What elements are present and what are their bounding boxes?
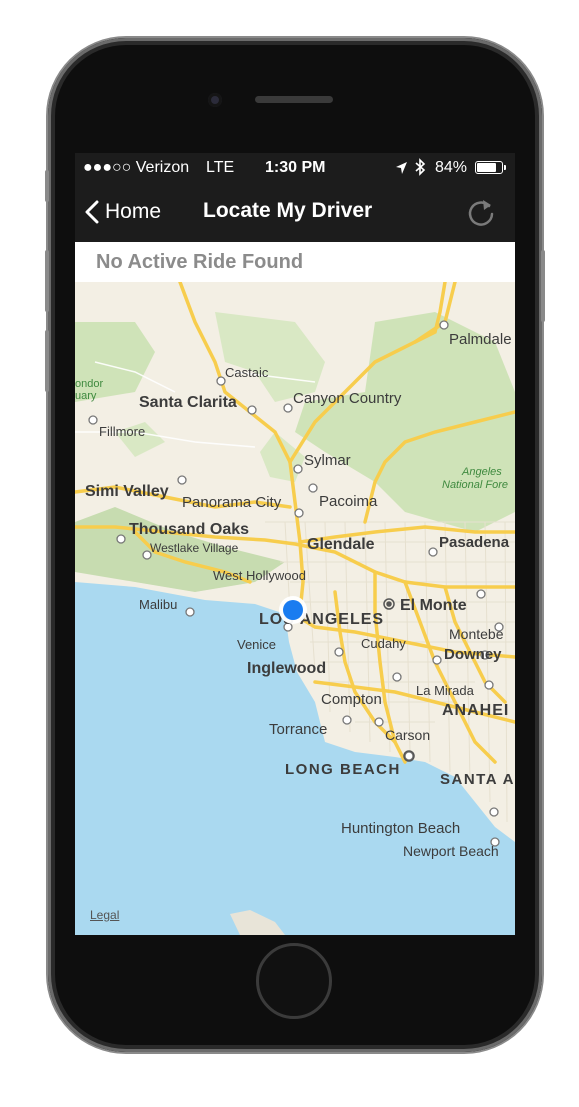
map-label: Newport Beach <box>403 843 499 859</box>
map-label: Thousand Oaks <box>129 521 249 538</box>
map-label: Palmdale <box>449 331 512 348</box>
map-label: Canyon Country <box>293 390 402 407</box>
volume-down-button <box>45 330 49 392</box>
map-label: National Fore <box>442 479 508 491</box>
bluetooth-icon <box>415 158 426 176</box>
chevron-left-icon <box>85 200 99 224</box>
map-label: Downey <box>444 646 502 663</box>
legal-link[interactable]: Legal <box>90 908 119 922</box>
map-label: LONG BEACH <box>285 761 401 778</box>
earpiece-speaker <box>255 96 333 103</box>
map-label: Sylmar <box>304 452 351 469</box>
map-label: Pasadena <box>439 534 510 551</box>
screen: ●●●○○ Verizon LTE 1:30 PM 84% Home Locat… <box>75 153 515 935</box>
battery-icon <box>475 161 506 174</box>
map-label: Malibu <box>139 597 177 612</box>
map-view[interactable]: Palmdale Castaic Santa Clarita Canyon Co… <box>75 280 515 935</box>
mute-switch <box>45 170 49 202</box>
map-label: West Hollywood <box>213 568 306 583</box>
map-label: La Mirada <box>416 683 475 698</box>
map-label: Cudahy <box>361 636 406 651</box>
battery-percent: 84% <box>435 159 468 176</box>
home-button[interactable] <box>256 943 332 1019</box>
map-label: Simi Valley <box>85 483 169 500</box>
back-button[interactable]: Home <box>85 197 161 227</box>
map-label: Castaic <box>225 365 269 380</box>
back-button-label: Home <box>105 200 162 223</box>
battery-fill <box>477 163 496 172</box>
map-label: Torrance <box>269 721 327 738</box>
map-label: uary <box>75 390 97 402</box>
map-label: ondor <box>75 378 103 390</box>
map-label: Huntington Beach <box>341 820 460 837</box>
map-label: Montebe <box>449 626 504 642</box>
volume-up-button <box>45 250 49 312</box>
refresh-icon[interactable] <box>465 196 497 228</box>
map-label: El Monte <box>400 597 467 614</box>
clock: 1:30 PM <box>265 159 326 176</box>
map-label: Fillmore <box>99 424 145 439</box>
map-label: Pacoima <box>319 493 378 510</box>
status-banner: No Active Ride Found <box>75 242 515 283</box>
map-label: Venice <box>237 637 276 652</box>
location-arrow-icon <box>396 162 407 174</box>
map-label: Carson <box>385 727 430 743</box>
map-label: Santa Clarita <box>139 394 237 411</box>
network-label: LTE <box>206 159 235 176</box>
page-title: Locate My Driver <box>203 199 373 222</box>
no-ride-message: No Active Ride Found <box>96 251 304 273</box>
power-button <box>541 250 545 322</box>
map-label: LOS ANGELES <box>259 611 384 628</box>
map-label: ANAHEI <box>442 702 509 719</box>
map-label: Panorama City <box>182 494 282 511</box>
map-label: Angeles <box>461 466 502 478</box>
carrier-label: ●●●○○ Verizon <box>83 159 190 176</box>
front-camera <box>208 93 222 107</box>
map-label: Glendale <box>307 536 375 553</box>
map-label: Inglewood <box>247 660 326 677</box>
status-bar: ●●●○○ Verizon LTE 1:30 PM 84% <box>75 153 515 183</box>
map-canvas[interactable]: Palmdale Castaic Santa Clarita Canyon Co… <box>75 280 515 935</box>
current-location-dot <box>283 600 303 620</box>
map-label: Westlake Village <box>150 541 239 555</box>
navigation-bar: Home Locate My Driver <box>75 183 515 242</box>
map-label: Compton <box>321 691 382 708</box>
map-label: SANTA A <box>440 771 515 788</box>
